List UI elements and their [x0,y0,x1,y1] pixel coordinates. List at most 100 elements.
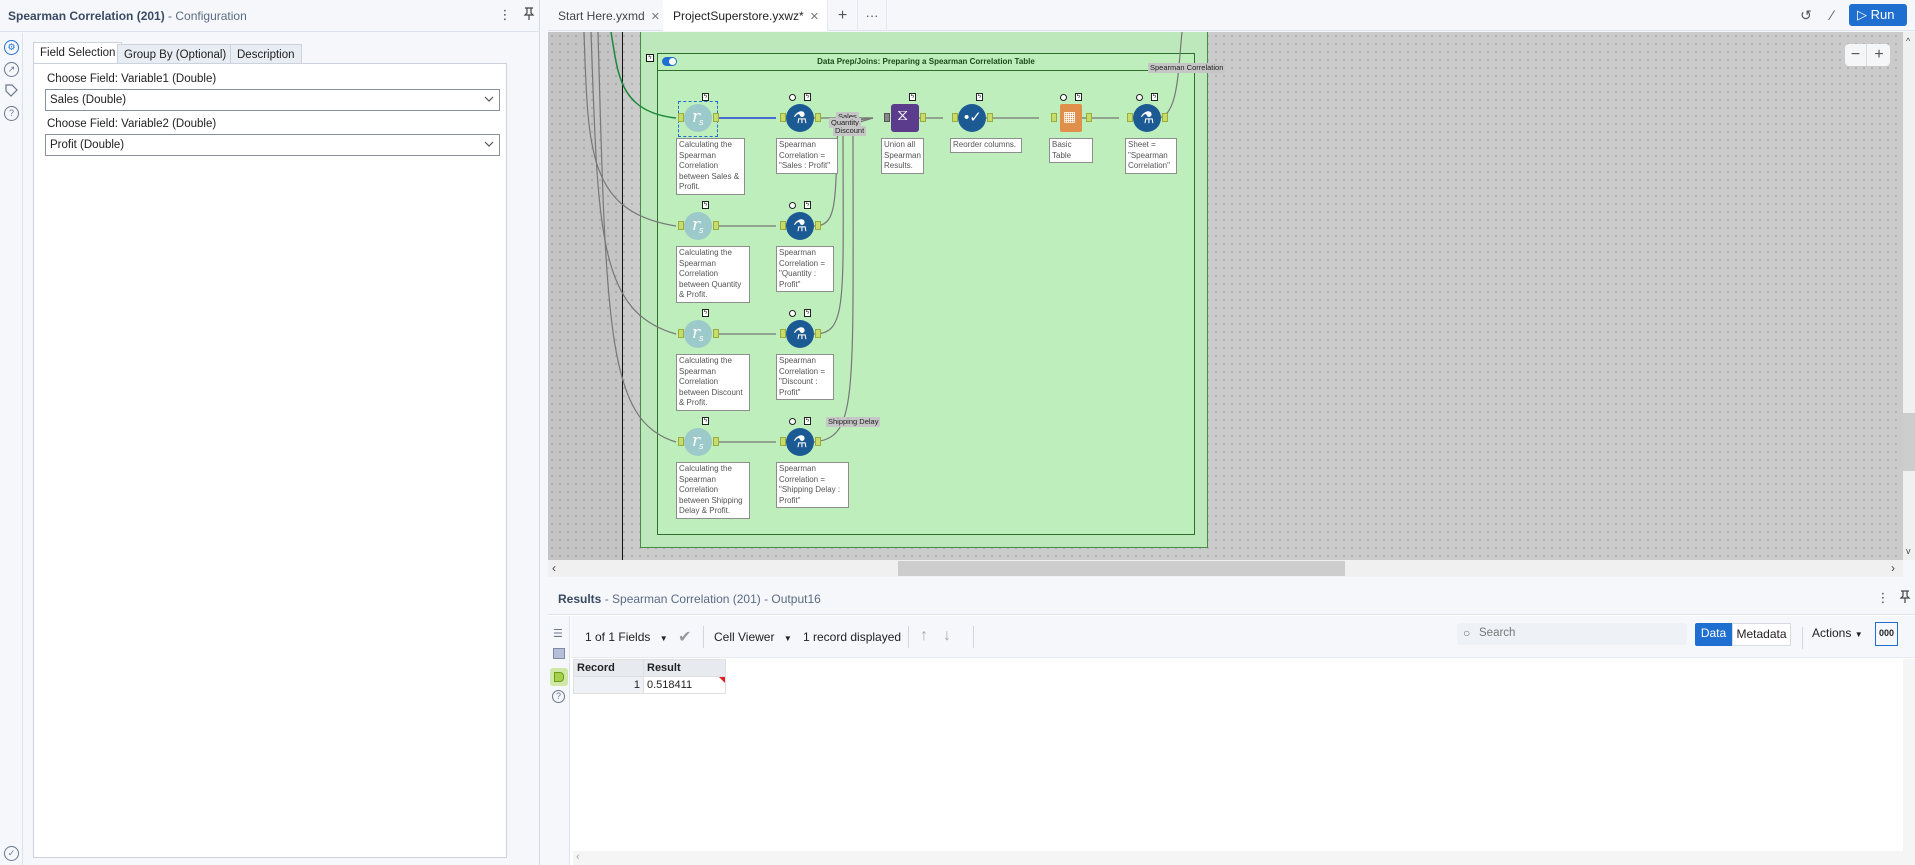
input-anchor[interactable] [780,329,786,338]
multi-input-anchor[interactable] [884,113,890,122]
formula-tool-discount[interactable]: ⚗ ϟ [786,309,814,348]
help-icon[interactable]: ? [4,106,19,121]
input-anchor[interactable] [780,221,786,230]
formula-tool-sheet[interactable]: ⚗ ϟ [1133,93,1161,132]
input-anchor[interactable] [1051,113,1057,122]
scroll-right-icon[interactable]: › [1891,561,1895,575]
results-vertical-scrollbar[interactable] [1903,659,1915,865]
input-anchor[interactable] [678,113,684,122]
output-anchor[interactable] [920,113,926,122]
gear-icon[interactable]: ⚙ [4,40,19,55]
input-anchor-icon[interactable] [553,648,565,659]
cell-viewer-dropdown[interactable]: Cell Viewer ▼ [714,630,792,644]
spearman-tool-sales[interactable]: rs ϟ [678,93,718,137]
magic-wand-icon[interactable]: ⁄ [1823,6,1841,24]
scrollbar-thumb[interactable] [1903,413,1915,471]
fields-dropdown[interactable]: 1 of 1 Fields ▼ [585,630,668,644]
output-anchor[interactable] [815,221,821,230]
output-anchor[interactable] [713,437,719,446]
spearman-tool-discount[interactable]: rs ϟ [684,309,712,348]
union-tool[interactable]: ⧖ ϟ [891,93,919,132]
output-anchor-active-bg[interactable] [550,668,568,686]
close-icon[interactable]: ✕ [651,11,660,23]
basic-table-tool[interactable]: ▦ ϟ [1057,93,1085,132]
formula-tool-quantity[interactable]: ⚗ ϟ [786,201,814,240]
input-anchor[interactable] [952,113,958,122]
data-view-button[interactable]: Data [1695,623,1732,646]
doc-tab-start-here[interactable]: Start Here.yxmd ✕ [548,0,670,31]
arrow-up-icon[interactable]: ↑ [920,627,928,645]
search-input[interactable]: ○ Search [1457,623,1687,645]
result-cell[interactable]: 0.518411 [643,676,726,694]
doc-tab-project-superstore[interactable]: ProjectSuperstore.yxwz* ✕ [663,0,827,31]
lightning-icon: ϟ [804,201,811,209]
input-anchor[interactable] [780,113,786,122]
tag-icon[interactable] [4,84,19,99]
arrow-down-icon[interactable]: ↓ [943,627,951,645]
output-anchor[interactable] [713,113,719,122]
record-number-cell[interactable]: 1 [573,676,644,694]
output-anchor[interactable] [1162,113,1168,122]
output-anchor[interactable] [713,329,719,338]
tab-group-by[interactable]: Group By (Optional) [117,44,234,64]
list-icon[interactable]: ☰ [553,627,563,640]
scrollbar-thumb[interactable] [898,561,1345,576]
spearman-tool-quantity[interactable]: rs ϟ [684,201,712,240]
cache-clock-icon [789,310,796,317]
formula-tool-shipping-delay[interactable]: ⚗ ϟ [786,417,814,456]
scroll-up-icon[interactable]: ^ [1906,36,1910,46]
chevron-down-icon [484,141,494,147]
variable2-select[interactable]: Profit (Double) [45,134,500,156]
lightning-icon: ϟ [976,93,983,101]
number-format-button[interactable]: 000 [1875,622,1898,646]
caret-down-icon: ▼ [1854,630,1863,639]
input-anchor[interactable] [678,329,684,338]
tab-field-selection[interactable]: Field Selection [33,42,123,64]
select-tool[interactable]: •✓ ϟ [958,93,986,132]
zoom-in-button[interactable]: + [1868,44,1890,66]
results-header: Results - Spearman Correlation (201) - O… [548,581,1915,615]
lightning-icon: ϟ [1075,93,1082,101]
scroll-down-icon[interactable]: v [1906,546,1911,556]
more-options-icon[interactable]: ⋮ [1875,590,1891,606]
output-anchor[interactable] [987,113,993,122]
output-anchor[interactable] [815,437,821,446]
column-header-result[interactable]: Result [643,659,726,677]
formula-tool-sales[interactable]: ⚗ ϟ [786,93,814,132]
spearman-tool-shipping-delay[interactable]: rs ϟ [684,417,712,456]
scroll-left-icon[interactable]: ‹ [576,851,580,863]
actions-dropdown[interactable]: Actions ▼ [1812,623,1872,646]
close-icon[interactable]: ✕ [810,11,819,23]
tab-description[interactable]: Description [230,44,302,64]
pin-icon[interactable] [1897,590,1913,606]
checkmark-icon[interactable]: ✔ [678,627,691,647]
output-anchor[interactable] [713,221,719,230]
input-anchor[interactable] [1127,113,1133,122]
column-header-record[interactable]: Record [573,659,644,677]
more-tabs-button[interactable]: ··· [857,0,887,31]
input-anchor[interactable] [780,437,786,446]
output-icon[interactable]: ↗ [4,62,19,77]
output-anchor[interactable] [1086,113,1092,122]
zoom-out-button[interactable]: − [1845,44,1867,66]
spearman-correlation-icon: rs [684,320,712,348]
new-tab-button[interactable]: + [827,0,857,31]
more-options-icon[interactable]: ⋮ [497,7,513,23]
history-icon[interactable]: ↺ [1797,6,1815,24]
input-anchor[interactable] [678,437,684,446]
metadata-view-button[interactable]: Metadata [1732,623,1791,646]
help-icon[interactable]: ? [552,690,565,703]
canvas-horizontal-scrollbar[interactable]: ‹ › [548,560,1903,577]
results-horizontal-scrollbar[interactable]: ‹ [573,851,1903,865]
scroll-left-icon[interactable]: ‹ [552,561,556,575]
check-circle-icon[interactable]: ✓ [4,846,19,861]
canvas-vertical-scrollbar[interactable]: ^ v [1903,32,1915,560]
output-anchor[interactable] [815,113,821,122]
workflow-canvas[interactable]: ϟ Data Prep/Joins: Preparing a Spearman … [548,32,1903,560]
pin-icon[interactable] [521,7,537,23]
output-anchor[interactable] [815,329,821,338]
run-button[interactable]: ▷ Run [1849,4,1907,26]
input-anchor[interactable] [678,221,684,230]
variable2-value: Profit (Double) [50,139,125,151]
variable1-select[interactable]: Sales (Double) [45,89,500,111]
